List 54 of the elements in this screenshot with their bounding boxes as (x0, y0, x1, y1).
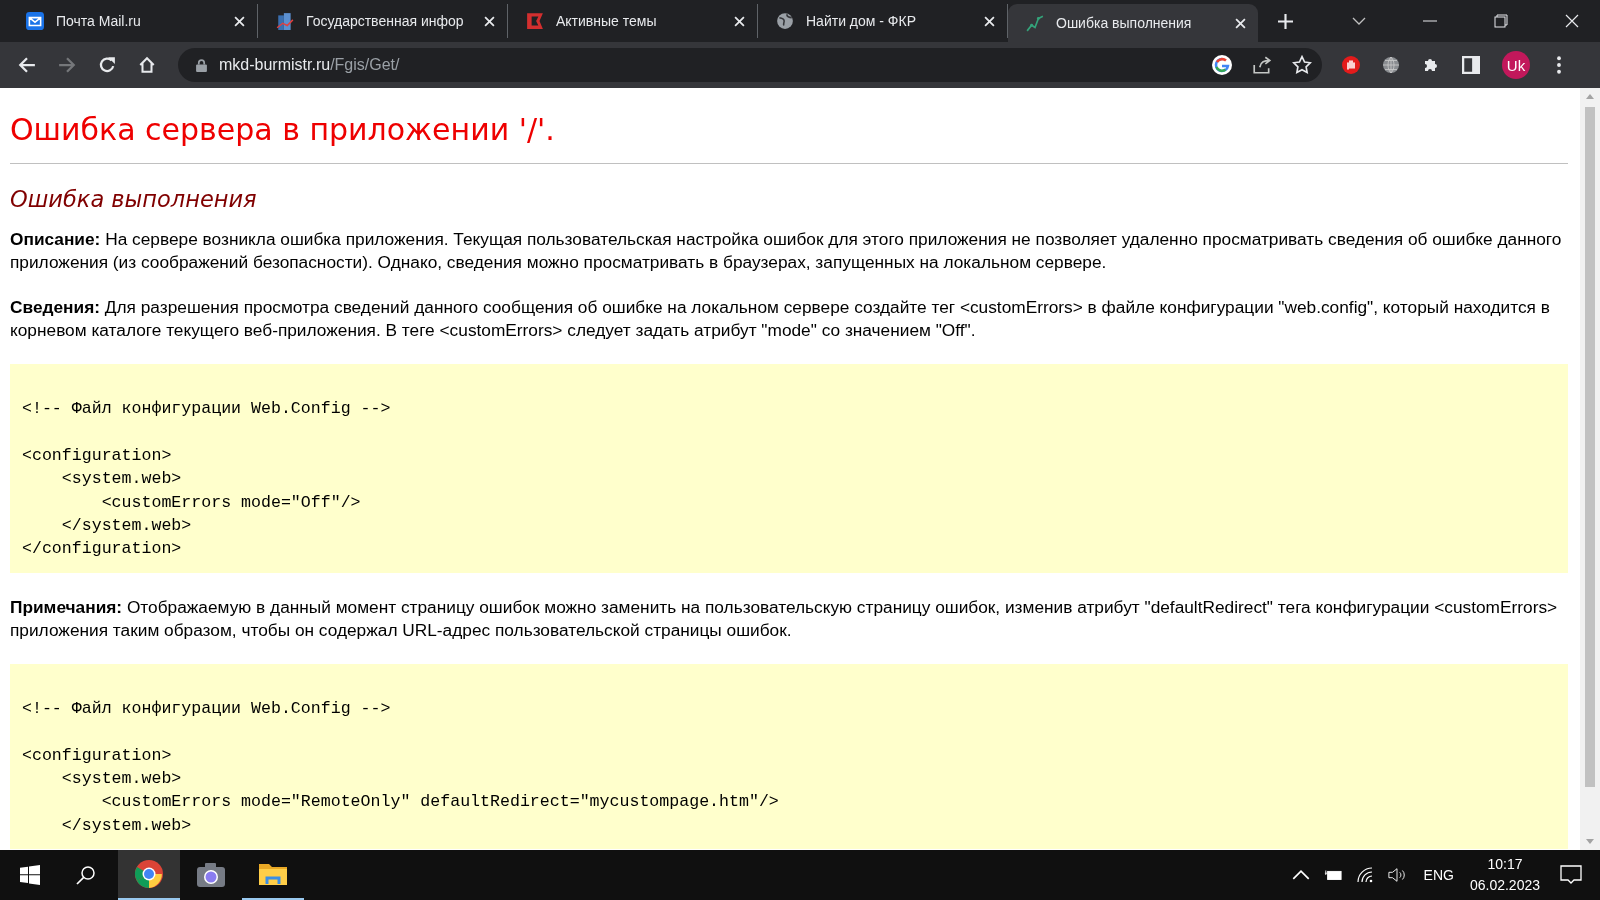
tab-title: Почта Mail.ru (56, 13, 142, 29)
error-heading: Ошибка сервера в приложении '/'. (10, 112, 556, 147)
language-indicator[interactable]: ENG (1423, 867, 1454, 883)
star-icon[interactable] (1292, 55, 1312, 75)
share-icon[interactable] (1252, 55, 1272, 75)
close-icon[interactable] (234, 15, 245, 27)
tab-title: Ошибка выполнения (1056, 15, 1193, 31)
tab-title: Активные темы (556, 13, 658, 29)
notification-icon[interactable] (1560, 865, 1582, 885)
address-bar[interactable]: mkd-burmistr.ru/Fgis/Get/ (178, 48, 1322, 82)
google-logo-icon[interactable] (1212, 55, 1232, 75)
side-panel-icon[interactable] (1462, 56, 1480, 74)
speaker-icon[interactable] (1387, 867, 1406, 883)
browser-tab[interactable]: Почта Mail.ru (8, 4, 258, 38)
taskbar-app[interactable] (118, 850, 180, 900)
close-icon[interactable] (484, 15, 495, 27)
close-icon[interactable] (984, 15, 995, 27)
envelope-icon (26, 12, 44, 30)
browser-tab[interactable]: Ошибка выполнения (1008, 4, 1258, 42)
globe-icon (776, 12, 794, 30)
url-text: mkd-burmistr.ru/Fgis/Get/ (219, 56, 400, 74)
restore-icon[interactable] (1494, 14, 1508, 28)
wifi-icon[interactable] (1355, 867, 1374, 883)
close-icon[interactable] (1235, 17, 1246, 29)
browser-tab[interactable]: Активные темы (508, 4, 758, 38)
puzzle-icon[interactable] (1422, 56, 1440, 74)
browser-tab[interactable]: Государственная инфор (258, 4, 508, 38)
chrome-icon (134, 859, 164, 889)
error-subheading: Ошибка выполнения (10, 186, 258, 212)
description-paragraph: Сведения: Для разрешения просмотра сведений данного сообщения об ошибке на локальном сервере создайте тег <customErrors> в файле конфигурации "web.config", который находится в корневом каталоге текущего веб-приложения. В теге <customErrors> следует задать атрибут "mode" со значением "Off". (10, 296, 1551, 342)
description-paragraph: Примечания: Отображаемую в данный момент страницу ошибок можно заменить на пользовательскую страницу ошибок, изменив атрибут "defaultRedirect" тега конфигурации <customErrors> приложения таким образом, чтобы он содержал URL-адрес пользовательской страницы ошибок. (10, 595, 1559, 642)
building-icon (276, 12, 294, 30)
close-icon[interactable] (734, 15, 745, 27)
new-tab-icon[interactable] (1278, 14, 1293, 29)
tab-title: Государственная инфор (306, 13, 465, 29)
home-icon[interactable] (138, 56, 156, 74)
flag-icon (526, 12, 544, 30)
reload-icon[interactable] (98, 56, 116, 74)
description-paragraph: Описание: На сервере возникла ошибка приложения. Текущая пользовательская настройка ошибок для этого приложения не позволяет удаленно просматривать сведения об ошибке данного приложения (из соображений безопасности). Однако, сведения можно просматривать в браузерах, запущенных на локальном сервере. (10, 228, 1563, 274)
globe-icon[interactable] (1382, 56, 1400, 74)
lock-icon (196, 58, 207, 72)
camera-icon (196, 860, 226, 890)
code-block: <!-- Файл конфигурации Web.Config --> <configuration> <system.web> <customErrors mode="Off"/> </system.web> </configuration> (10, 364, 1568, 573)
back-arrow-icon[interactable] (18, 56, 36, 74)
forward-arrow-icon[interactable] (58, 56, 76, 74)
close-icon[interactable] (1565, 14, 1579, 28)
search-icon[interactable] (76, 865, 96, 885)
windows-start-icon[interactable] (20, 865, 40, 885)
tab-title: Найти дом - ФКР (806, 13, 917, 29)
clock[interactable]: 10:17 06.02.2023 (1469, 854, 1540, 896)
browser-tab[interactable]: Найти дом - ФКР (758, 4, 1008, 38)
profile-avatar[interactable]: Uk (1502, 51, 1530, 79)
code-block: <!-- Файл конфигурации Web.Config --> <configuration> <system.web> <customErrors mode="RemoteOnly" defaultRedirect="mycustompage.htm"/> </system.web> (10, 663, 1568, 850)
line-chart-icon (1026, 14, 1044, 32)
